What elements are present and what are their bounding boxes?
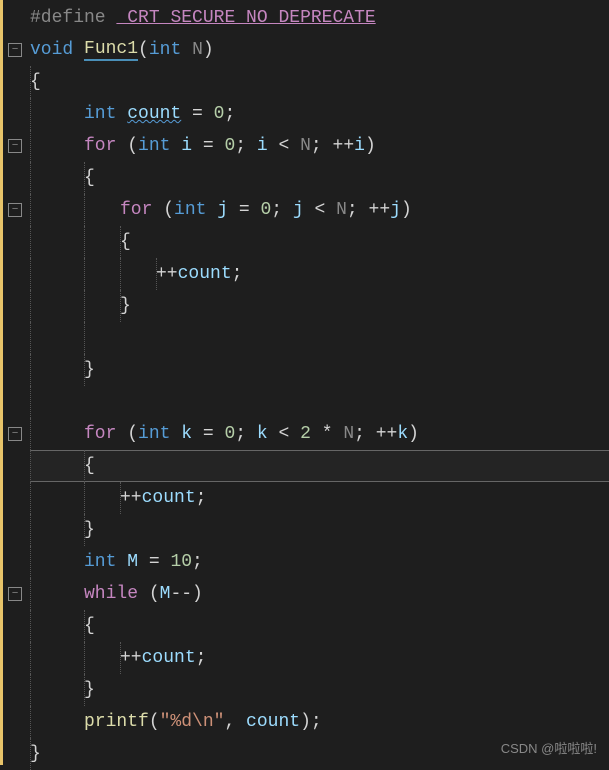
fold-icon[interactable]: −: [8, 139, 22, 153]
brace: }: [84, 680, 95, 700]
code-line[interactable]: − for (int i = 0; i < N; ++i): [30, 130, 609, 162]
fold-icon[interactable]: −: [8, 427, 22, 441]
code-line[interactable]: #define _CRT_SECURE_NO_DEPRECATE: [30, 2, 609, 34]
fold-icon[interactable]: −: [8, 43, 22, 57]
watermark: CSDN @啦啦啦!: [501, 738, 597, 757]
param: N: [192, 40, 203, 60]
code-line[interactable]: {: [30, 610, 609, 642]
brace: {: [120, 232, 131, 252]
code-line[interactable]: }: [30, 514, 609, 546]
brace: }: [120, 296, 131, 316]
code-line[interactable]: {: [30, 162, 609, 194]
code-line[interactable]: ++count;: [30, 642, 609, 674]
code-line[interactable]: printf("%d\n", count);: [30, 706, 609, 738]
code-line[interactable]: [30, 322, 609, 354]
fold-icon[interactable]: −: [8, 203, 22, 217]
code-line[interactable]: }: [30, 354, 609, 386]
code-line[interactable]: int M = 10;: [30, 546, 609, 578]
var-count: count: [127, 104, 181, 124]
code-line[interactable]: {: [30, 66, 609, 98]
fold-icon[interactable]: −: [8, 587, 22, 601]
code-line[interactable]: ++count;: [30, 482, 609, 514]
brace: {: [30, 72, 41, 92]
brace: }: [84, 360, 95, 380]
code-line[interactable]: {: [30, 450, 609, 482]
code-line[interactable]: − for (int k = 0; k < 2 * N; ++k): [30, 418, 609, 450]
code-line[interactable]: [30, 386, 609, 418]
code-line[interactable]: ++count;: [30, 258, 609, 290]
macro-name: _CRT_SECURE_NO_DEPRECATE: [116, 8, 375, 28]
brace: {: [84, 456, 95, 476]
preproc: #define: [30, 8, 106, 28]
code-line[interactable]: int count = 0;: [30, 98, 609, 130]
brace: }: [84, 520, 95, 540]
function-name: Func1: [84, 39, 138, 61]
brace: }: [30, 744, 41, 764]
keyword-void: void: [30, 40, 73, 60]
brace: {: [84, 616, 95, 636]
code-editor[interactable]: #define _CRT_SECURE_NO_DEPRECATE − void …: [0, 0, 609, 765]
code-line[interactable]: − for (int j = 0; j < N; ++j): [30, 194, 609, 226]
code-line[interactable]: − while (M--): [30, 578, 609, 610]
code-line[interactable]: {: [30, 226, 609, 258]
code-line[interactable]: }: [30, 290, 609, 322]
code-line[interactable]: }: [30, 674, 609, 706]
code-area[interactable]: #define _CRT_SECURE_NO_DEPRECATE − void …: [30, 0, 609, 765]
fold-gutter: [0, 0, 30, 765]
code-line[interactable]: − void Func1(int N): [30, 34, 609, 66]
brace: {: [84, 168, 95, 188]
